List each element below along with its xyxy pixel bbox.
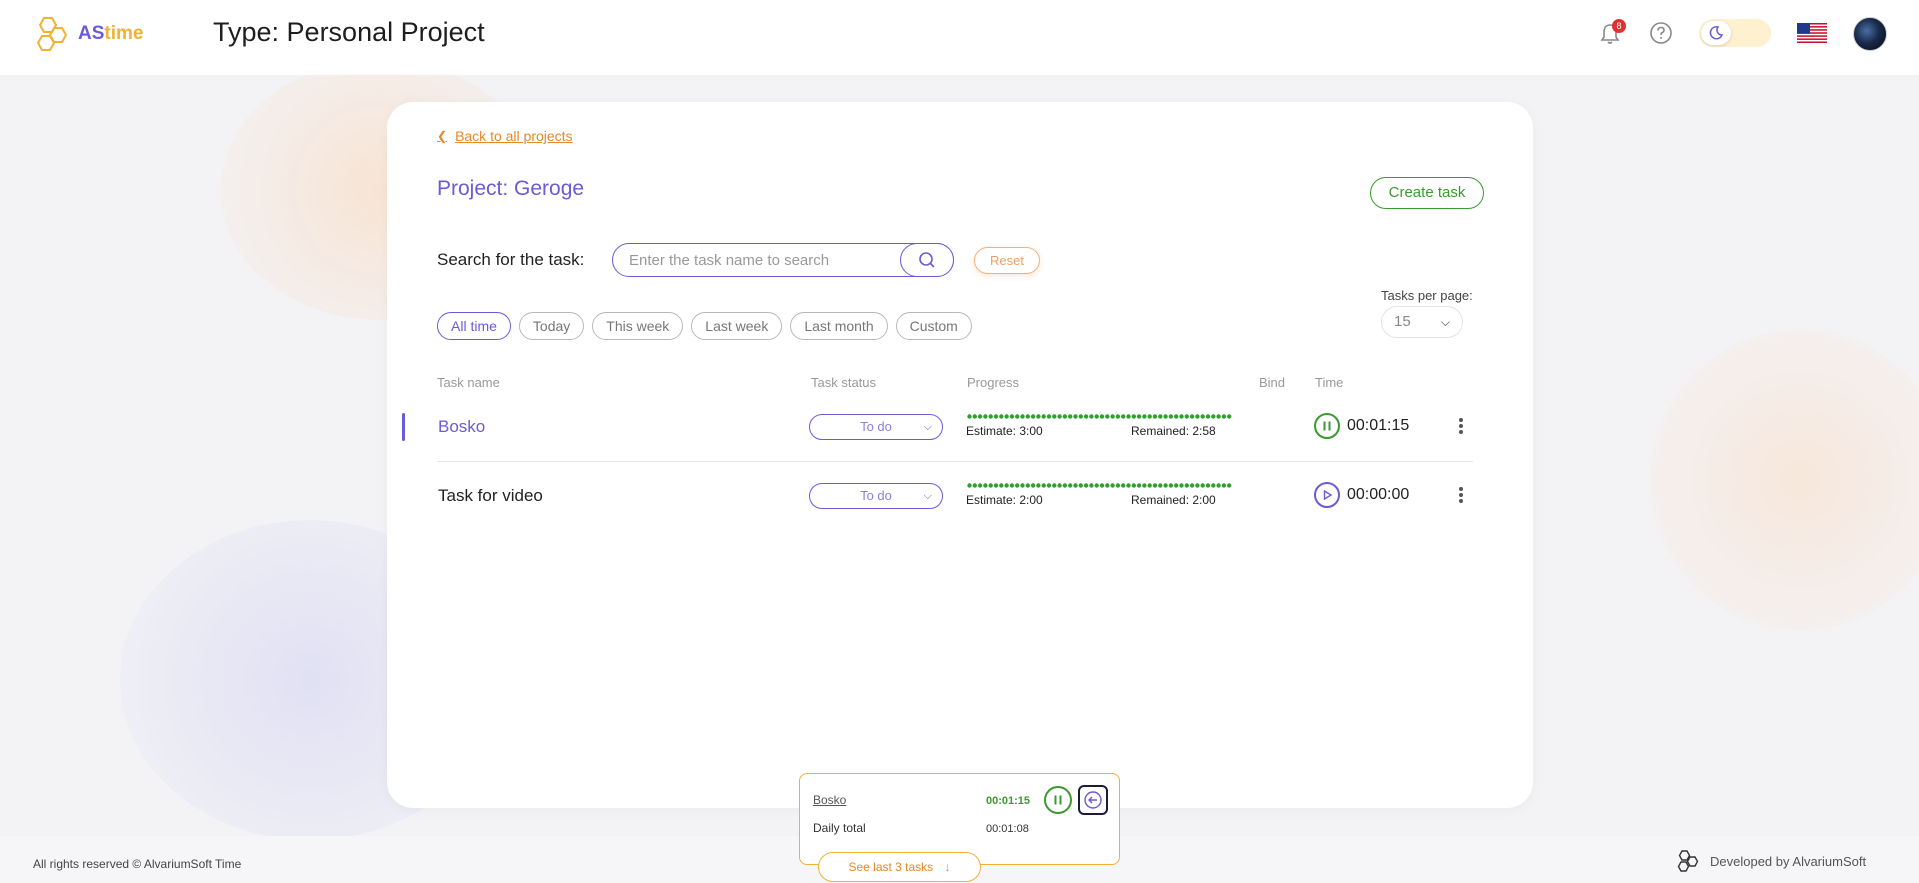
- project-title: Project: Geroge: [437, 177, 585, 200]
- see-last-tasks-label: See last 3 tasks: [848, 860, 934, 874]
- tracker-pause-button[interactable]: [1044, 786, 1072, 814]
- search-button[interactable]: [900, 243, 954, 277]
- avatar[interactable]: [1853, 17, 1887, 51]
- top-header: AStime Type: Personal Project: [0, 0, 1919, 75]
- filter-today[interactable]: Today: [518, 312, 585, 340]
- logo-text: AStime: [78, 23, 143, 45]
- row-divider: [437, 461, 1473, 462]
- play-button[interactable]: [1314, 482, 1340, 508]
- tracker-collapse-button[interactable]: [1078, 785, 1108, 815]
- us-flag-icon[interactable]: [1797, 23, 1827, 43]
- filter-last-month[interactable]: Last month: [790, 312, 888, 340]
- hexagon-logo-icon: [1677, 850, 1699, 872]
- pause-icon: [1054, 795, 1062, 805]
- task-time: 00:01:15: [1347, 417, 1410, 434]
- task-name[interactable]: Bosko: [438, 417, 485, 437]
- task-status-select[interactable]: To do ⌵: [809, 483, 943, 509]
- back-link-label: Back to all projects: [455, 128, 573, 144]
- task-time: 00:00:00: [1347, 486, 1410, 503]
- column-task-status: Task status: [811, 375, 877, 390]
- logo-text-time: time: [104, 23, 144, 44]
- active-task-indicator: [402, 413, 405, 441]
- pause-button[interactable]: [1314, 413, 1340, 439]
- reset-button[interactable]: Reset: [974, 247, 1040, 274]
- tracker-task-link[interactable]: Bosko: [813, 793, 846, 807]
- task-remained: Remained: 2:00: [1131, 493, 1216, 507]
- time-filters: All time Today This week Last week Last …: [437, 312, 972, 340]
- daily-total-label: Daily total: [813, 821, 866, 835]
- progress-bar: [967, 414, 1232, 419]
- arrow-down-icon: ↓: [944, 860, 951, 874]
- filter-custom[interactable]: Custom: [895, 312, 972, 340]
- search-box: [612, 243, 954, 277]
- filter-last-week[interactable]: Last week: [691, 312, 783, 340]
- tasks-per-page-label: Tasks per page:: [1381, 288, 1473, 303]
- progress-bar: [967, 483, 1232, 488]
- theme-toggle[interactable]: [1699, 19, 1771, 47]
- task-estimate: Estimate: 3:00: [966, 424, 1043, 438]
- task-status-value: To do: [860, 419, 892, 434]
- arrow-left-icon: [1084, 791, 1102, 809]
- search-input[interactable]: [629, 244, 899, 276]
- daily-total-value: 00:01:08: [986, 823, 1029, 835]
- back-to-projects-link[interactable]: ❮ Back to all projects: [437, 128, 573, 144]
- tasks-per-page-select[interactable]: 15 ⌵: [1381, 306, 1463, 338]
- column-task-name: Task name: [437, 375, 500, 390]
- notification-badge: 8: [1612, 19, 1626, 33]
- project-card: [387, 102, 1533, 808]
- logo-text-as: AS: [78, 23, 105, 44]
- developed-by-label: Developed by AlvariumSoft: [1710, 853, 1867, 869]
- chevron-left-icon: ❮: [437, 129, 448, 143]
- theme-toggle-knob: [1701, 21, 1731, 45]
- search-icon: [919, 252, 935, 268]
- search-label: Search for the task:: [437, 250, 585, 269]
- hexagon-logo-icon: [36, 17, 68, 51]
- filter-this-week[interactable]: This week: [592, 312, 684, 340]
- moon-icon: [1709, 26, 1724, 40]
- filter-all-time[interactable]: All time: [437, 312, 511, 340]
- see-last-tasks-button[interactable]: See last 3 tasks ↓: [818, 852, 981, 882]
- help-icon[interactable]: [1649, 21, 1673, 45]
- pause-icon: [1323, 421, 1331, 431]
- task-status-value: To do: [860, 488, 892, 503]
- create-task-button[interactable]: Create task: [1370, 177, 1484, 209]
- task-name[interactable]: Task for video: [438, 486, 543, 506]
- column-time: Time: [1315, 375, 1344, 390]
- copyright: All rights reserved © AlvariumSoft Time: [33, 857, 242, 871]
- chevron-down-icon: ⌵: [923, 421, 932, 433]
- column-progress: Progress: [967, 375, 1020, 390]
- kebab-menu-icon[interactable]: [1456, 416, 1466, 436]
- column-bind: Bind: [1259, 375, 1286, 390]
- task-estimate: Estimate: 2:00: [966, 493, 1043, 507]
- play-icon: [1323, 489, 1333, 501]
- chevron-down-icon: ⌵: [1440, 315, 1450, 329]
- tasks-per-page-value: 15: [1394, 313, 1411, 330]
- tracker-time: 00:01:15: [986, 795, 1031, 807]
- task-status-select[interactable]: To do ⌵: [809, 414, 943, 440]
- chevron-down-icon: ⌵: [923, 490, 932, 502]
- background-glow: [1650, 330, 1919, 630]
- page-title: Type: Personal Project: [213, 17, 485, 47]
- task-remained: Remained: 2:58: [1131, 424, 1216, 438]
- app-logo[interactable]: AStime: [32, 14, 143, 54]
- kebab-menu-icon[interactable]: [1456, 485, 1466, 505]
- developed-by[interactable]: Developed by AlvariumSoft: [1676, 849, 1866, 873]
